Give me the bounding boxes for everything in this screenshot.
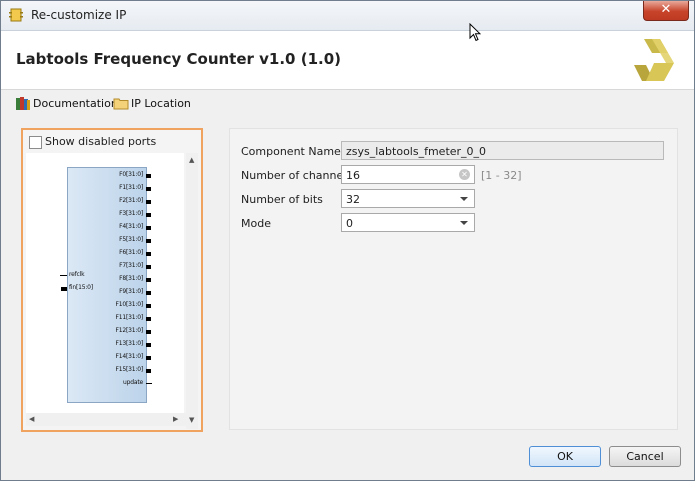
show-disabled-ports-label: Show disabled ports xyxy=(45,135,157,148)
output-pin xyxy=(146,369,151,373)
scroll-up-icon[interactable]: ▲ xyxy=(189,156,194,164)
number-of-bits-label: Number of bits xyxy=(241,193,323,206)
header-band: Labtools Frequency Counter v1.0 (1.0) xyxy=(1,31,694,90)
close-icon: ✕ xyxy=(660,2,672,17)
output-pin xyxy=(146,265,151,269)
mode-select[interactable]: 0 xyxy=(341,213,475,232)
channels-range-hint: [1 - 32] xyxy=(481,169,522,182)
ok-button[interactable]: OK xyxy=(529,446,601,467)
output-pin xyxy=(146,356,151,360)
output-port-label: F4[31:0] xyxy=(119,223,143,230)
output-pin xyxy=(146,317,151,321)
number-of-bits-select[interactable]: 32 xyxy=(341,189,475,208)
window-title: Re-customize IP xyxy=(31,8,127,22)
output-pin xyxy=(146,187,151,191)
scroll-down-icon[interactable]: ▼ xyxy=(189,416,194,424)
ip-app-icon xyxy=(9,8,23,22)
mouse-cursor-icon xyxy=(469,23,481,42)
cancel-button[interactable]: Cancel xyxy=(609,446,681,467)
input-pin xyxy=(61,287,67,291)
output-port-label: F13[31:0] xyxy=(115,340,144,347)
mode-value: 0 xyxy=(346,217,353,230)
output-pin xyxy=(146,200,151,204)
input-port-label: fin[15:0] xyxy=(69,284,93,291)
output-pin xyxy=(146,291,151,295)
close-button[interactable]: ✕ xyxy=(643,1,689,21)
output-pin xyxy=(146,213,151,217)
output-port-label: F10[31:0] xyxy=(115,301,144,308)
output-port-label: F6[31:0] xyxy=(119,249,143,256)
input-port-label: refclk xyxy=(69,271,85,278)
output-port-label: F12[31:0] xyxy=(115,327,144,334)
chevron-down-icon xyxy=(460,221,468,225)
number-of-channels-input[interactable]: 16 ✕ xyxy=(341,165,475,184)
scroll-left-icon[interactable]: ◀ xyxy=(29,415,34,423)
xilinx-logo-icon xyxy=(634,39,674,81)
number-of-bits-value: 32 xyxy=(346,193,360,206)
output-port-label: F5[31:0] xyxy=(119,236,143,243)
output-port-label: F1[31:0] xyxy=(119,184,143,191)
output-port-label: F14[31:0] xyxy=(115,353,144,360)
output-port-label: F0[31:0] xyxy=(119,171,143,178)
output-port-label: F2[31:0] xyxy=(119,197,143,204)
ip-location-link-label: IP Location xyxy=(131,97,191,110)
output-pin xyxy=(146,174,151,178)
number-of-channels-label: Number of channels xyxy=(241,169,353,182)
output-port-label: F3[31:0] xyxy=(119,210,143,217)
mode-label: Mode xyxy=(241,217,271,230)
title-bar[interactable]: Re-customize IP ✕ xyxy=(1,1,694,31)
number-of-channels-value: 16 xyxy=(346,169,360,182)
show-disabled-ports-checkbox[interactable] xyxy=(29,136,42,149)
output-port-label: F7[31:0] xyxy=(119,262,143,269)
folder-icon xyxy=(113,98,129,110)
books-icon xyxy=(16,97,30,110)
output-pin xyxy=(146,226,151,230)
chevron-down-icon xyxy=(460,197,468,201)
parameters-panel: Component Name zsys_labtools_fmeter_0_0 … xyxy=(229,128,678,430)
page-title: Labtools Frequency Counter v1.0 (1.0) xyxy=(16,50,341,68)
ip-symbol-panel: Show disabled ports F0[31:0] F1[31:0] F2[3… xyxy=(21,128,203,432)
symbol-canvas[interactable]: F0[31:0] F1[31:0] F2[31:0] F3[31:0] F4[31:0]… xyxy=(26,153,184,413)
output-port-label: F15[31:0] xyxy=(115,366,144,373)
output-pin xyxy=(146,343,151,347)
output-pin xyxy=(146,252,151,256)
output-pin xyxy=(146,278,151,282)
scroll-right-icon[interactable]: ▶ xyxy=(173,415,178,423)
component-name-label: Component Name xyxy=(241,145,341,158)
output-port-label: update xyxy=(123,379,143,386)
output-pin xyxy=(146,330,151,334)
horizontal-scrollbar[interactable]: ◀ ▶ xyxy=(26,413,186,426)
output-port-label: F8[31:0] xyxy=(119,275,143,282)
input-pin xyxy=(60,275,67,276)
component-name-value: zsys_labtools_fmeter_0_0 xyxy=(346,145,487,158)
output-pin xyxy=(146,383,152,384)
dialog-window: Re-customize IP ✕ Labtools Frequency Cou… xyxy=(0,0,695,481)
component-name-field[interactable]: zsys_labtools_fmeter_0_0 xyxy=(341,141,664,160)
vertical-scrollbar[interactable]: ▲ ▼ xyxy=(186,153,198,429)
clear-icon[interactable]: ✕ xyxy=(459,169,470,180)
output-port-label: F11[31:0] xyxy=(115,314,144,321)
output-pin xyxy=(146,239,151,243)
output-port-label: F9[31:0] xyxy=(119,288,143,295)
output-pin xyxy=(146,304,151,308)
documentation-link-label: Documentation xyxy=(33,97,118,110)
